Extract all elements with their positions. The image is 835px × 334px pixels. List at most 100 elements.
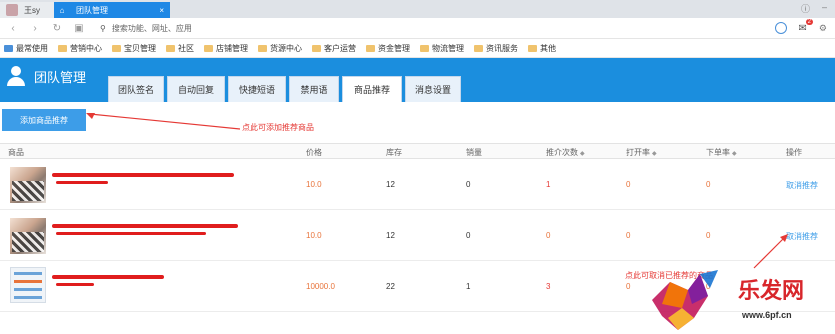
table-row: 10.0 12 0 0 0 0 取消推荐 [0,210,835,261]
active-tab[interactable]: 团队管理 × [70,2,170,18]
bookmark-item[interactable]: 物流管理 [420,43,464,54]
search-icon: ⚲ [100,23,106,33]
table-row: 10.0 12 0 1 0 0 取消推荐 [0,159,835,210]
bookmark-item[interactable]: 店铺管理 [204,43,248,54]
open-rate-value: 0 [626,231,631,240]
price-value: 10000.0 [306,282,335,291]
price-value: 10.0 [306,231,322,240]
stock-value: 12 [386,231,395,240]
bookmark-item[interactable]: 资讯服务 [474,43,518,54]
th-order-rate[interactable]: 下单率 ◆ [706,147,737,158]
tab-auto-reply[interactable]: 自动回复 [167,76,225,102]
open-rate-value: 0 [626,282,631,291]
bookmark-item[interactable]: 客户运营 [312,43,356,54]
tab-banned-words[interactable]: 禁用语 [289,76,339,102]
redacted-title [52,173,234,177]
watermark-url: www.6pf.cn [742,310,792,320]
tab-message-settings[interactable]: 消息设置 [405,76,461,102]
folder-icon [420,44,429,52]
tab-team-signature[interactable]: 团队签名 [108,76,164,102]
table-header: 商品 价格 库存 销量 推介次数 ◆ 打开率 ◆ 下单率 ◆ 操作 [0,143,835,159]
annotation-add: 点此可添加推荐商品 [242,123,314,132]
window-controls: ⓘ – [801,2,827,15]
stock-value: 22 [386,282,395,291]
folder-icon [366,44,375,52]
folder-icon [204,44,213,52]
sort-icon: ◆ [732,151,737,157]
bookmark-item[interactable]: 最常使用 [4,43,48,54]
nav-tabs: 团队签名 自动回复 快捷短语 禁用语 商品推荐 消息设置 [108,76,464,102]
add-recommend-button[interactable]: 添加商品推荐 [2,109,86,131]
app-logo: 团队管理 [6,66,86,86]
search-placeholder: 搜索功能、网址、应用 [111,23,192,33]
cancel-recommend-link[interactable]: 取消推荐 [786,180,818,191]
page-title: 团队管理 [34,69,87,85]
home-icon: ⌂ [59,5,65,15]
th-action: 操作 [786,148,802,157]
minimize-icon[interactable]: – [822,2,827,15]
th-open-rate[interactable]: 打开率 ◆ [626,147,657,158]
redacted-title [56,283,94,286]
active-tab-label: 团队管理 [76,5,108,15]
redacted-title [52,224,238,228]
folder-icon [112,44,121,52]
user-tab-label: 王sy [24,5,40,15]
sales-value: 0 [466,231,471,240]
redacted-title [56,232,206,235]
mail-badge: 2 [805,18,813,25]
tab-product-recommend[interactable]: 商品推荐 [342,76,402,102]
stock-value: 12 [386,180,395,189]
search-input[interactable]: ⚲ 搜索功能、网址、应用 [100,23,192,34]
settings-icon[interactable]: ⚙ [819,23,827,34]
close-icon[interactable]: × [159,6,164,15]
order-rate-value: 0 [706,231,711,240]
open-rate-value: 0 [626,180,631,189]
th-sales: 销量 [466,148,482,157]
sort-icon: ◆ [652,151,657,157]
sales-value: 0 [466,180,471,189]
tab-quick-phrases[interactable]: 快捷短语 [228,76,286,102]
bookmarks-bar: 最常使用 营销中心 宝贝管理 社区 店铺管理 货源中心 客户运营 资金管理 物流… [0,39,835,58]
price-value: 10.0 [306,180,322,189]
team-user-icon [6,66,26,86]
sort-icon: ◆ [580,151,585,157]
toolbar: 添加商品推荐 点此可添加推荐商品 [0,102,835,142]
th-price: 价格 [306,148,322,157]
th-product: 商品 [8,148,24,157]
bookmark-item[interactable]: 宝贝管理 [112,43,156,54]
back-icon[interactable]: ‹ [6,23,20,34]
user-tab[interactable]: 王sy [0,2,54,18]
avatar [6,4,18,16]
folder-icon [4,44,13,52]
sync-icon[interactable] [774,22,787,34]
product-thumbnail[interactable] [10,218,46,254]
folder-icon [474,44,483,52]
bookmark-item[interactable]: 资金管理 [366,43,410,54]
redacted-title [52,275,164,279]
annotation-arrow [86,113,241,130]
home-tab[interactable]: ⌂ [54,2,70,18]
redacted-title [56,181,108,184]
forward-icon[interactable]: › [28,23,42,34]
address-right-tools: ✉ 2 ⚙ [774,18,827,34]
th-recommend[interactable]: 推介次数 ◆ [546,147,585,158]
bookmark-item[interactable]: 其他 [528,43,556,54]
info-icon[interactable]: ⓘ [801,2,810,15]
watermark-brand: 乐发网 [738,278,805,304]
product-thumbnail[interactable] [10,167,46,203]
th-stock: 库存 [386,148,402,157]
product-thumbnail[interactable] [10,267,46,303]
address-bar: ‹ › ↻ ▣ ⚲ 搜索功能、网址、应用 ✉ 2 ⚙ [0,18,835,39]
order-rate-value: 0 [706,180,711,189]
folder-icon [58,44,67,52]
browser-tab-bar: 王sy ⌂ 团队管理 × ⓘ – [0,0,835,18]
folder-icon [528,44,537,52]
folder-icon [312,44,321,52]
bookmark-item[interactable]: 社区 [166,43,194,54]
mail-icon[interactable]: ✉ 2 [799,18,813,34]
bookmark-item[interactable]: 营销中心 [58,43,102,54]
screenshot-icon[interactable]: ▣ [72,23,86,34]
refresh-icon[interactable]: ↻ [50,23,64,34]
app-header: 团队管理 团队签名 自动回复 快捷短语 禁用语 商品推荐 消息设置 [0,58,835,102]
bookmark-item[interactable]: 货源中心 [258,43,302,54]
